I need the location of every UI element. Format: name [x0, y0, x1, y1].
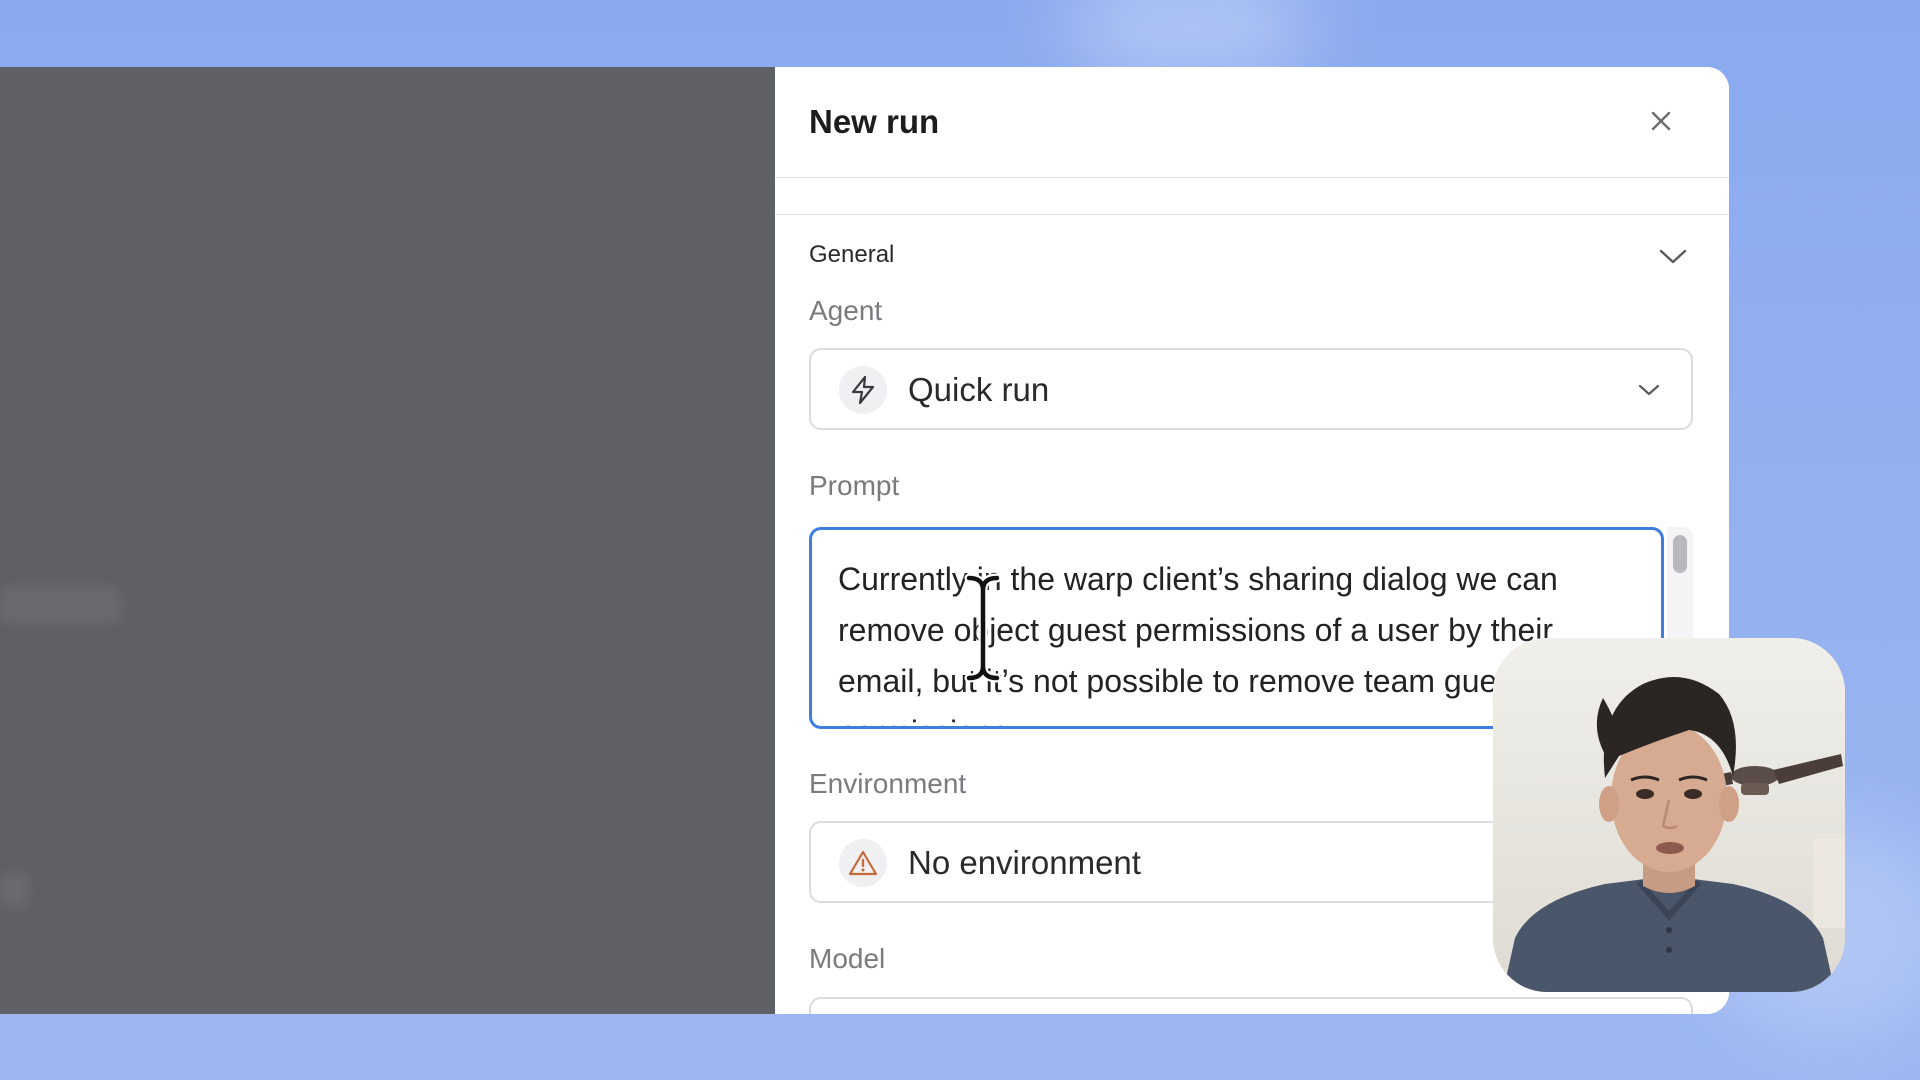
header-divider: [775, 178, 1729, 215]
text-cursor-icon: [964, 573, 1002, 683]
modal-header: New run: [775, 67, 1729, 178]
environment-label: Environment: [809, 768, 967, 799]
environment-select-value: No environment: [908, 844, 1141, 881]
chevron-down-icon: [1633, 374, 1665, 406]
lightning-bolt-icon: [839, 366, 887, 414]
close-icon: [1651, 111, 1671, 131]
agent-select-value: Quick run: [908, 371, 1050, 408]
chevron-down-icon[interactable]: [1655, 239, 1691, 275]
modal-backdrop[interactable]: [0, 67, 775, 1014]
agent-select[interactable]: Quick run: [809, 348, 1693, 430]
webcam-video-overlay: [1493, 638, 1845, 992]
prompt-label: Prompt: [809, 470, 900, 501]
presenter-video-frame: [1493, 638, 1845, 992]
general-section-header[interactable]: General: [775, 215, 1729, 287]
blurred-background-text: [0, 873, 28, 907]
warning-triangle-icon: [839, 839, 887, 887]
model-select[interactable]: [809, 997, 1693, 1014]
blurred-background-text: [0, 587, 120, 623]
scrollbar-thumb[interactable]: [1673, 535, 1687, 573]
modal-title: New run: [809, 103, 940, 140]
section-title: General: [809, 241, 895, 268]
model-label: Model: [809, 943, 886, 974]
agent-label: Agent: [809, 295, 883, 326]
app-window: New run General Agent Quick run Prompt C…: [0, 67, 1729, 1014]
close-button[interactable]: [1641, 101, 1681, 141]
